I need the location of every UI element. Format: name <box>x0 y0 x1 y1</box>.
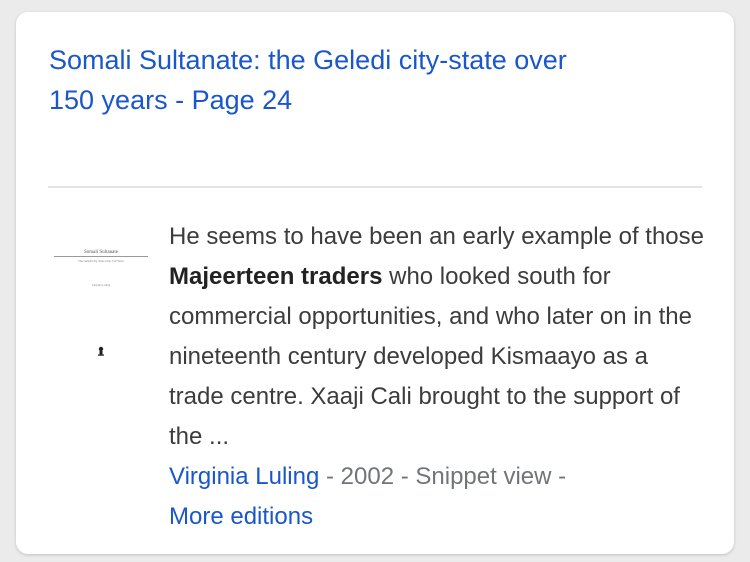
meta-separator: - <box>394 463 416 490</box>
book-title-link[interactable]: Somali Sultanate: the Geledi city-state … <box>49 40 709 120</box>
book-title-line-1: Somali Sultanate: the Geledi city-state … <box>49 45 567 75</box>
publication-year: 2002 <box>340 463 395 490</box>
book-meta: Virginia Luling - 2002 - Snippet view - … <box>169 457 709 537</box>
snippet-highlight: Majeerteen traders <box>169 263 383 290</box>
meta-separator: - <box>319 463 341 490</box>
book-result-card: Somali Sultanate: the Geledi city-state … <box>16 12 734 554</box>
meta-separator: - <box>551 463 567 490</box>
snippet-text-after: who looked south for commercial opportun… <box>169 263 692 450</box>
book-cover-thumbnail[interactable]: Somali Sultanate The Geledi City-State O… <box>54 242 148 374</box>
book-snippet: He seems to have been an early example o… <box>169 217 709 457</box>
divider <box>48 186 702 188</box>
cover-subtitle: The Geledi City-State Over 150 Years <box>78 259 124 263</box>
view-type: Snippet view <box>415 463 552 490</box>
snippet-text-before: He seems to have been an early example o… <box>169 223 704 250</box>
cover-title: Somali Sultanate <box>84 250 119 255</box>
author-link[interactable]: Virginia Luling <box>169 463 319 490</box>
book-cover-image: Somali Sultanate The Geledi City-State O… <box>54 242 148 374</box>
more-editions-link[interactable]: More editions <box>169 503 313 530</box>
cover-author: Virginia Luling <box>92 283 111 287</box>
book-title-line-2: 150 years - Page 24 <box>49 85 293 115</box>
